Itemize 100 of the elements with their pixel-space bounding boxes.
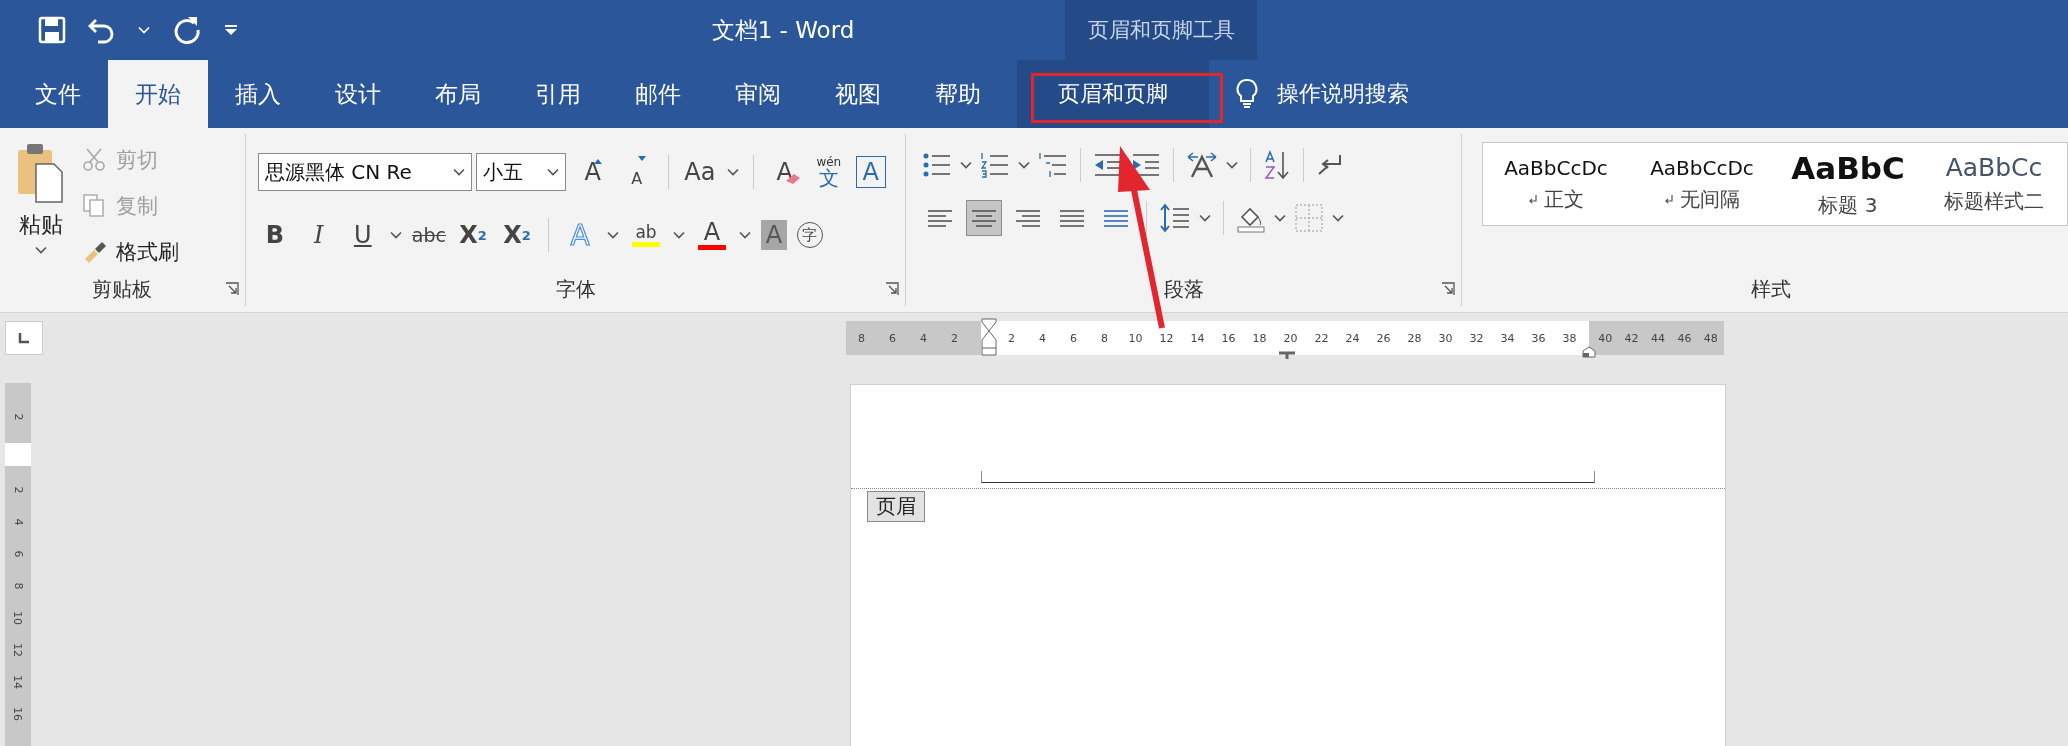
bullets-icon[interactable] (922, 151, 953, 179)
right-indent-icon[interactable] (1582, 346, 1596, 358)
ruler-number: 4 (1038, 331, 1047, 345)
indent-marker-icon[interactable] (981, 318, 997, 356)
ribbon-tab[interactable]: 设计 (308, 60, 408, 128)
caret-icon[interactable] (546, 168, 559, 176)
caret-icon[interactable] (739, 231, 751, 239)
underline-button[interactable]: U (345, 216, 380, 254)
ruler-number: 26 (1375, 331, 1392, 345)
scissors-icon (82, 147, 108, 173)
multilevel-list-icon[interactable] (1038, 151, 1069, 179)
increase-indent-icon[interactable] (1131, 152, 1162, 178)
strikethrough-button[interactable]: abc (411, 216, 446, 254)
tab-stop-icon[interactable] (1279, 349, 1295, 359)
chinese-layout-icon[interactable] (1186, 151, 1219, 179)
caret-icon[interactable] (1018, 161, 1031, 169)
lightbulb-icon[interactable] (1235, 78, 1259, 110)
dialog-launcher-icon[interactable] (224, 282, 239, 296)
style-item[interactable]: AaBbCc 标题样式二 (1921, 143, 2067, 225)
tell-me-search[interactable]: 操作说明搜索 (1277, 79, 1409, 109)
ruler-number: 8 (10, 582, 26, 590)
caret-icon[interactable] (607, 231, 619, 239)
font-color-button[interactable]: A (695, 216, 729, 254)
ribbon-tab[interactable]: 插入 (208, 60, 308, 128)
ruler-number: 42 (1623, 331, 1640, 345)
grow-font-button[interactable]: A (575, 153, 610, 191)
document-page[interactable]: 页眉 (850, 384, 1726, 746)
caret-icon (35, 246, 47, 254)
caret-icon[interactable] (452, 168, 465, 176)
style-item[interactable]: AaBbCcDc 正文 (1483, 143, 1629, 225)
ruler-number: 22 (1313, 331, 1330, 345)
ruler-number: 18 (1251, 331, 1268, 345)
italic-button[interactable]: I (301, 216, 336, 254)
ruler-number: 34 (1499, 331, 1516, 345)
group-label: 字体 (555, 275, 596, 303)
dialog-launcher-icon[interactable] (1441, 282, 1455, 296)
ribbon-tab[interactable]: 布局 (408, 60, 508, 128)
caret-icon[interactable] (389, 231, 402, 239)
caret-icon[interactable] (1199, 214, 1212, 222)
painter-button[interactable]: 格式刷 (82, 234, 179, 270)
caret-icon[interactable] (1274, 214, 1287, 222)
down-triangle-icon (637, 156, 646, 161)
paste-button[interactable]: 粘贴 (0, 134, 82, 272)
tab-selector-button[interactable] (5, 321, 43, 355)
ruler-number: 24 (1344, 331, 1361, 345)
ruler-number: 40 (1597, 331, 1614, 345)
ribbon-tab[interactable]: 文件 (8, 60, 108, 128)
ruler-number: 32 (1468, 331, 1485, 345)
ruler-number: 30 (1437, 331, 1454, 345)
ruler-number: 20 (1282, 331, 1299, 345)
ruler-number: 6 (10, 550, 26, 558)
header-tag: 页眉 (867, 491, 925, 522)
change-case-button[interactable]: Aa (682, 153, 717, 191)
superscript-button[interactable]: X$^{2}$ (500, 216, 534, 254)
context-tab[interactable]: 页眉和页脚 (1017, 60, 1209, 128)
ruler-number: 14 (10, 675, 26, 689)
caret-icon[interactable] (1332, 214, 1345, 222)
font-size-field[interactable]: 小五 (475, 153, 566, 191)
ribbon-tab[interactable]: 帮助 (908, 60, 1008, 128)
paragraph-mark-icon (1528, 194, 1538, 204)
vertical-ruler[interactable]: 2 2 4 6 8 10 12 14 16 (5, 383, 31, 746)
ruler-number: 4 (919, 331, 928, 345)
font-name-field[interactable]: 思源黑体 CN Re (257, 153, 472, 191)
character-border-button[interactable]: A (855, 156, 886, 188)
phonetic-guide-button[interactable]: wén 文 (811, 153, 846, 191)
ruler-number: 14 (1189, 331, 1206, 345)
style-item[interactable]: AaBbC 标题 3 (1775, 143, 1921, 225)
align-center-button[interactable] (966, 200, 1003, 236)
dialog-launcher-icon[interactable] (885, 282, 900, 296)
numbering-icon[interactable] (980, 151, 1011, 179)
sort-icon[interactable] (1263, 150, 1292, 180)
line-spacing-icon[interactable] (1159, 203, 1192, 233)
bold-button[interactable]: B (257, 216, 292, 254)
ribbon-tab[interactable]: 引用 (508, 60, 608, 128)
caret-icon[interactable] (1226, 161, 1239, 169)
ribbon-tab[interactable]: 审阅 (708, 60, 808, 128)
ribbon-tab[interactable]: 开始 (108, 60, 208, 128)
ribbon-tab[interactable]: 邮件 (608, 60, 708, 128)
caret-icon[interactable] (726, 168, 739, 176)
ruler-number: 6 (888, 331, 897, 345)
highlight-button[interactable]: ab (629, 216, 663, 254)
ruler-number: 2 (1007, 331, 1016, 345)
ruler-number: 38 (1561, 331, 1578, 345)
ruler-number: 2 (10, 486, 26, 494)
paragraph-mark-icon (1664, 194, 1674, 204)
style-item[interactable]: AaBbCcDc 无间隔 (1629, 143, 1775, 225)
undo-icon[interactable] (88, 16, 116, 44)
ribbon-tab[interactable]: 视图 (808, 60, 908, 128)
ruler-number: 12 (1158, 331, 1175, 345)
ruler-number: 2 (950, 331, 959, 345)
caret-icon[interactable] (960, 161, 973, 169)
customize-toolbar-icon[interactable] (224, 24, 238, 36)
save-icon[interactable] (38, 16, 66, 44)
ruler-number: 44 (1650, 331, 1666, 345)
caret-icon[interactable] (673, 231, 685, 239)
shrink-font-button[interactable]: A (619, 150, 654, 194)
ruler-number: 12 (10, 643, 26, 657)
redo-icon[interactable] (172, 15, 202, 45)
group-label: 样式 (1751, 275, 1791, 303)
ruler-number: 28 (1406, 331, 1423, 345)
